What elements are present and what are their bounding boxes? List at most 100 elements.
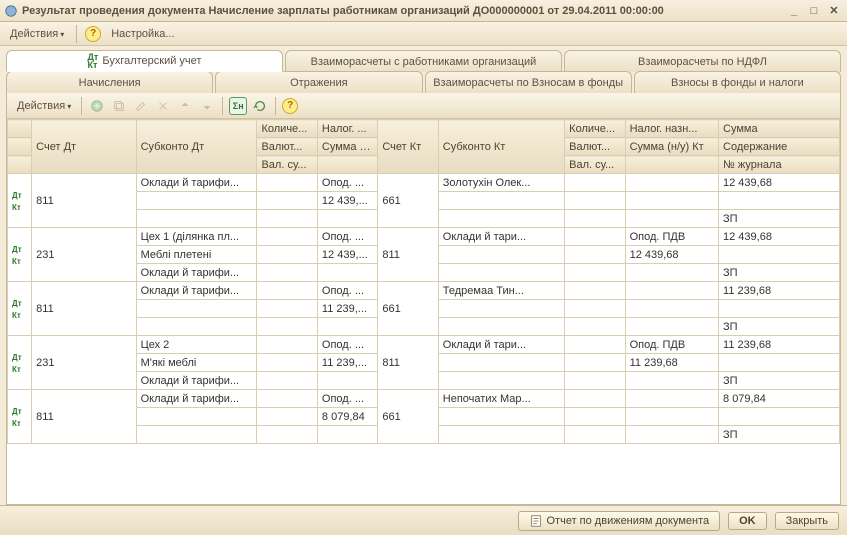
cell-sub-dt[interactable]: Оклади й тарифи... [136,390,257,408]
cell-valsu-kt[interactable] [565,210,625,228]
cell-cur-dt[interactable] [257,408,317,426]
cell-sum[interactable]: 11 239,68 [719,282,840,300]
cell-tax-dt[interactable]: Опод. ... [317,282,377,300]
col-valsu-dt[interactable]: Вал. су... [257,156,317,174]
cell-valsu-dt[interactable] [257,426,317,444]
cell-sub-kt[interactable]: Оклади й тари... [438,336,564,354]
cell-sum[interactable]: 11 239,68 [719,336,840,354]
col-valsu-kt[interactable]: Вал. су... [565,156,625,174]
cell-sumnu-kt[interactable]: 11 239,68 [625,354,718,372]
grid-scroll[interactable]: Счет Дт Субконто Дт Количе... Налог. ...… [7,119,840,504]
cell-valsu-kt[interactable] [565,372,625,390]
cell-qty-dt[interactable] [257,336,317,354]
cell-cur-dt[interactable] [257,354,317,372]
cell-qty-kt[interactable] [565,174,625,192]
tab-settlements[interactable]: Взаиморасчеты с работниками организаций [285,50,562,72]
col-acct-dt[interactable]: Счет Дт [32,120,136,174]
tab-taxes[interactable]: Взносы в фонды и налоги [634,71,841,93]
close-window-button[interactable]: ✕ [825,3,843,19]
actions-menu[interactable]: Действия▾ [6,26,68,42]
ok-button[interactable]: OK [728,512,767,530]
report-button[interactable]: Отчет по движениям документа [518,511,721,531]
cell-valsu-kt[interactable] [565,426,625,444]
cell-journal[interactable]: ЗП [719,426,840,444]
cell-sub-dt[interactable] [136,318,257,336]
cell-sumnu-kt[interactable] [625,408,718,426]
cell-tax-kt[interactable] [625,390,718,408]
cell-sumnu-dt[interactable]: 11 239,... [317,300,377,318]
cell-sub-kt[interactable] [438,192,564,210]
tab-accounting[interactable]: ДтКт Бухгалтерский учет [6,50,283,72]
cell-tax-dt[interactable]: Опод. ... [317,336,377,354]
col-tax-kt[interactable]: Налог. назн... [625,120,718,138]
cell-tax-dt[interactable]: Опод. ... [317,174,377,192]
cell-sub-dt[interactable] [136,210,257,228]
cell-acct-dt[interactable]: 231 [32,228,136,282]
cell-cur-dt[interactable] [257,192,317,210]
col-marker[interactable] [8,138,32,156]
cell-sumnu-dt[interactable]: 12 439,... [317,246,377,264]
cell-sub-dt[interactable]: Оклади й тарифи... [136,372,257,390]
col-content[interactable]: Содержание [719,138,840,156]
cell-qty-dt[interactable] [257,390,317,408]
cell-content[interactable] [719,246,840,264]
cell-sub-kt[interactable] [438,372,564,390]
col-blank[interactable] [317,156,377,174]
col-tax-dt[interactable]: Налог. ... [317,120,377,138]
cell-acct-dt[interactable]: 231 [32,336,136,390]
cell-sub-kt[interactable] [438,264,564,282]
cell-blank[interactable] [625,210,718,228]
col-sum[interactable]: Сумма [719,120,840,138]
cell-blank[interactable] [625,426,718,444]
cell-qty-kt[interactable] [565,228,625,246]
table-row[interactable]: ДтКт 231 Цех 1 (ділянка пл... Опод. ... … [8,228,840,246]
cell-cur-kt[interactable] [565,246,625,264]
cell-blank[interactable] [625,372,718,390]
add-icon[interactable] [88,97,106,115]
cell-sum[interactable]: 12 439,68 [719,228,840,246]
cell-content[interactable] [719,408,840,426]
cell-acct-dt[interactable]: 811 [32,390,136,444]
col-cur-kt[interactable]: Валют... [565,138,625,156]
help-icon[interactable]: ? [85,26,101,42]
cell-sub-dt[interactable] [136,192,257,210]
tab-ndfl[interactable]: Взаиморасчеты по НДФЛ [564,50,841,72]
col-sumnu-kt[interactable]: Сумма (н/у) Кт [625,138,718,156]
cell-journal[interactable]: ЗП [719,210,840,228]
grid-help-icon[interactable]: ? [282,98,298,114]
copy-icon[interactable] [110,97,128,115]
cell-sub-dt[interactable]: Оклади й тарифи... [136,282,257,300]
cell-qty-kt[interactable] [565,390,625,408]
tab-funds[interactable]: Взаиморасчеты по Взносам в фонды [425,71,632,93]
cell-sub-kt[interactable] [438,408,564,426]
cell-valsu-kt[interactable] [565,264,625,282]
col-acct-kt[interactable]: Счет Кт [378,120,438,174]
cell-blank[interactable] [625,264,718,282]
cell-qty-dt[interactable] [257,228,317,246]
cell-qty-kt[interactable] [565,282,625,300]
cell-sub-kt[interactable] [438,210,564,228]
cell-sumnu-dt[interactable]: 8 079,84 [317,408,377,426]
grid-actions-menu[interactable]: Действия▾ [13,98,75,114]
table-row[interactable]: ДтКт 811 Оклади й тарифи... Опод. ... 66… [8,390,840,408]
cell-sub-dt[interactable]: Цех 2 [136,336,257,354]
cell-blank[interactable] [317,372,377,390]
cell-blank[interactable] [317,318,377,336]
cell-sub-dt[interactable]: Оклади й тарифи... [136,174,257,192]
cell-qty-dt[interactable] [257,282,317,300]
cell-sub-dt[interactable]: М'які меблі [136,354,257,372]
refresh-icon[interactable] [251,97,269,115]
col-marker[interactable] [8,120,32,138]
cell-sumnu-dt[interactable]: 11 239,... [317,354,377,372]
col-sumnu-dt[interactable]: Сумма (н/у) Дт [317,138,377,156]
cell-tax-kt[interactable] [625,174,718,192]
cell-sumnu-kt[interactable] [625,300,718,318]
cell-sum[interactable]: 8 079,84 [719,390,840,408]
cell-cur-dt[interactable] [257,300,317,318]
cell-sumnu-dt[interactable]: 12 439,... [317,192,377,210]
cell-sub-kt[interactable]: Золотухін Олек... [438,174,564,192]
cell-sum[interactable]: 12 439,68 [719,174,840,192]
cell-journal[interactable]: ЗП [719,264,840,282]
cell-cur-dt[interactable] [257,246,317,264]
cell-acct-kt[interactable]: 661 [378,174,438,228]
